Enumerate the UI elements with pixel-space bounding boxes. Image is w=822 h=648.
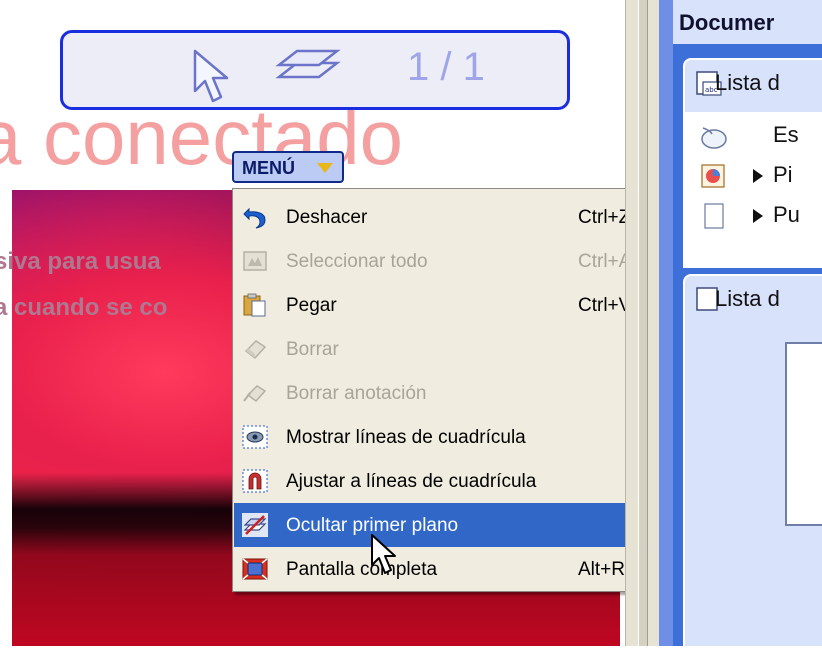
group-header[interactable]: Lista d: [685, 276, 822, 326]
panel-title: Documer: [679, 10, 775, 35]
menu-item-label: Borrar anotación: [286, 383, 427, 404]
paste-icon: [242, 293, 268, 317]
show-grid-icon: [242, 425, 268, 449]
menu-item-label: Pantalla completa: [286, 559, 438, 580]
splitter-track: [638, 0, 648, 646]
slide-toolbar: 1 / 1: [60, 30, 570, 110]
document-list: Es Pi Pu: [685, 112, 822, 268]
list-item-label: Pi: [773, 162, 793, 187]
group-title: Lista d: [715, 286, 780, 311]
layers-icon[interactable]: [273, 47, 343, 97]
group-title: Lista d: [715, 70, 780, 95]
menu-button-label: MENÚ: [242, 158, 295, 178]
menu-button[interactable]: MENÚ: [232, 151, 344, 183]
menu-item-label: Ajustar a líneas de cuadrícula: [286, 471, 537, 492]
select-all-icon: [242, 249, 268, 273]
vertical-splitter[interactable]: [625, 0, 659, 646]
erase-annotation-icon: [242, 381, 268, 405]
slide-thumbnail[interactable]: [785, 342, 822, 526]
menu-item-label: Seleccionar todo: [286, 251, 428, 272]
list-item[interactable]: Es: [685, 116, 822, 156]
chevron-down-icon: [317, 163, 333, 173]
mouse-cursor-icon: [370, 533, 400, 581]
document-list-group: abc Lista d Es Pi Pu: [683, 58, 822, 268]
list-item[interactable]: Pu: [685, 196, 822, 236]
expand-arrow-icon[interactable]: [753, 169, 763, 183]
document-icon: [699, 202, 729, 230]
undo-icon: [242, 205, 268, 229]
page-counter: 1 / 1: [407, 45, 485, 89]
list-item-label: Pu: [773, 202, 800, 227]
menu-item-label: Mostrar líneas de cuadrícula: [286, 427, 526, 448]
slide-body-line-1: siva para usua: [0, 248, 161, 275]
hide-foreground-icon: [242, 513, 268, 537]
menu-item-shortcut: Ctrl+A: [578, 251, 632, 272]
list-item-label: Es: [773, 122, 799, 147]
chart-icon: [699, 162, 729, 190]
eraser-icon: [242, 337, 268, 361]
menu-item-label: Deshacer: [286, 207, 368, 228]
menu-item-shortcut: Ctrl+V: [578, 295, 632, 316]
menu-item-shortcut: Ctrl+Z: [578, 207, 631, 228]
group-header[interactable]: abc Lista d: [685, 60, 822, 110]
menu-item-label: Borrar: [286, 339, 339, 360]
snap-grid-icon: [242, 469, 268, 493]
slide-body-line-2: a cuando se co: [0, 294, 168, 321]
mouse-icon: [699, 122, 729, 150]
document-panel: Documer abc Lista d Es Pi Pu Lista d: [659, 0, 822, 648]
menu-item-label: Pegar: [286, 295, 337, 316]
expand-arrow-icon[interactable]: [753, 209, 763, 223]
list-item[interactable]: Pi: [685, 156, 822, 196]
second-list-group: Lista d: [683, 274, 822, 648]
pointer-arrow-icon[interactable]: [191, 47, 231, 111]
panel-body: abc Lista d Es Pi Pu Lista d: [673, 44, 822, 648]
fullscreen-icon: [242, 557, 268, 581]
panel-header: Documer: [673, 0, 822, 44]
